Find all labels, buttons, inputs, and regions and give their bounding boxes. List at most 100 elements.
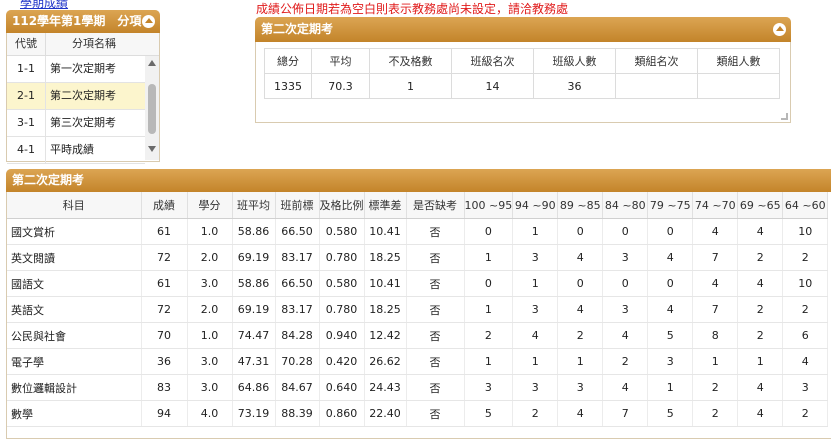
table-row[interactable]: 數位邏輯設計 83 3.0 64.86 84.67 0.640 24.43 否 3 3 3 4 1 2 4 3 — [7, 374, 829, 401]
table-row[interactable]: 英語文 72 2.0 69.19 83.17 0.780 18.25 否 1 3 4 3 4 7 2 2 — [7, 296, 829, 323]
scroll-down-icon[interactable] — [148, 146, 156, 152]
grade-cell: 否 — [406, 244, 465, 271]
grade-cell: 1 — [737, 348, 784, 375]
grade-cell: 61 — [141, 270, 188, 297]
summary-value: 1 — [369, 73, 452, 99]
grades-column-header[interactable]: 班前標 — [275, 192, 320, 219]
scroll-thumb[interactable] — [148, 84, 156, 134]
grades-column-header[interactable]: 標準差 — [364, 192, 407, 219]
subject-name-cell: 數位邏輯設計 — [7, 374, 142, 401]
table-row[interactable]: 電子學 36 3.0 47.31 70.28 0.420 26.62 否 1 1 1 2 3 1 1 4 — [7, 348, 829, 375]
grade-cell: 1 — [464, 244, 514, 271]
grades-column-header[interactable]: 74 ~70 — [692, 192, 739, 219]
grades-column-header[interactable]: 是否缺考 — [406, 192, 465, 219]
grade-cell: 2 — [464, 322, 514, 349]
grade-cell: 2 — [692, 374, 739, 401]
grade-cell: 4 — [737, 218, 784, 245]
grade-cell: 3.0 — [187, 374, 233, 401]
grades-column-header[interactable]: 科目 — [7, 192, 142, 219]
term-item-name: 第三次定期考 — [50, 116, 116, 129]
grade-cell: 4 — [737, 270, 784, 297]
collapse-term-panel-button[interactable] — [142, 14, 155, 28]
grade-cell: 1 — [647, 374, 694, 401]
term-list: 1-1 第一次定期考 2-1 第二次定期考 3-1 第三次定期考 4-1 平時成績 — [7, 56, 159, 164]
grades-column-header[interactable]: 79 ~75 — [647, 192, 694, 219]
grade-cell: 3 — [647, 348, 694, 375]
grade-cell: 5 — [464, 400, 514, 427]
collapse-icon — [775, 26, 784, 31]
grade-cell: 3.0 — [187, 348, 233, 375]
table-row[interactable]: 國文賞析 61 1.0 58.86 66.50 0.580 10.41 否 0 1 0 0 0 4 4 10 — [7, 218, 829, 245]
table-row[interactable]: 國語文 61 3.0 58.86 66.50 0.580 10.41 否 0 1 0 0 0 4 4 10 — [7, 270, 829, 297]
grade-cell: 69.19 — [232, 296, 276, 323]
grades-column-header[interactable]: 64 ~60 — [782, 192, 829, 219]
summary-column-header: 類組名次 — [615, 48, 698, 74]
grades-column-header[interactable]: 班平均 — [232, 192, 276, 219]
column-code: 代號 — [7, 33, 46, 55]
grade-cell: 94 — [141, 400, 188, 427]
grade-cell: 1 — [557, 348, 604, 375]
summary-value — [697, 73, 780, 99]
term-item-row[interactable]: 4-1 平時成績 — [7, 137, 145, 164]
grades-column-header[interactable]: 學分 — [187, 192, 233, 219]
term-item-code: 1-1 — [7, 56, 46, 82]
term-item-row[interactable]: 1-1 第一次定期考 — [7, 56, 145, 83]
summary-panel-title: 第二次定期考 — [261, 22, 334, 36]
scroll-up-icon[interactable] — [148, 60, 156, 66]
grades-column-header[interactable]: 成績 — [141, 192, 188, 219]
grade-cell: 1 — [464, 296, 514, 323]
grade-cell: 2 — [737, 322, 784, 349]
term-list-scrollbar[interactable] — [145, 56, 159, 160]
grade-cell: 4 — [692, 218, 739, 245]
grade-cell: 72 — [141, 244, 188, 271]
term-item-row[interactable]: 3-1 第三次定期考 — [7, 110, 145, 137]
subject-grades-panel: 第二次定期考 科目 成績 學分 班平均 班前標 及格比例 標準差 是否缺考 100 ~95 94 … — [6, 169, 831, 439]
grades-column-header[interactable]: 94 ~90 — [512, 192, 559, 219]
grade-cell: 2.0 — [187, 296, 233, 323]
grade-cell: 70.28 — [275, 348, 320, 375]
grade-cell: 8 — [692, 322, 739, 349]
collapse-summary-panel-button[interactable] — [773, 22, 786, 36]
grade-cell: 58.86 — [232, 218, 276, 245]
subject-name-cell: 英文閱讀 — [7, 244, 142, 271]
grade-cell: 61 — [141, 218, 188, 245]
table-row[interactable]: 數學 94 4.0 73.19 88.39 0.860 22.40 否 5 2 4 7 5 2 4 2 — [7, 400, 829, 427]
resize-handle[interactable] — [781, 113, 788, 120]
table-row[interactable]: 公民與社會 70 1.0 74.47 84.28 0.940 12.42 否 2 4 2 4 5 8 2 6 — [7, 322, 829, 349]
grade-cell: 否 — [406, 374, 465, 401]
grade-cell: 10 — [782, 218, 829, 245]
grade-cell: 2 — [782, 400, 829, 427]
grade-cell: 0.580 — [319, 270, 365, 297]
subject-name-cell: 國語文 — [7, 270, 142, 297]
grade-cell: 18.25 — [364, 296, 407, 323]
grade-cell: 2 — [737, 296, 784, 323]
grades-column-header[interactable]: 89 ~85 — [557, 192, 604, 219]
grade-cell: 否 — [406, 218, 465, 245]
grade-cell: 0 — [557, 218, 604, 245]
grade-cell: 0 — [557, 270, 604, 297]
grade-cell: 4 — [692, 270, 739, 297]
grade-cell: 0 — [602, 218, 649, 245]
term-item-row[interactable]: 2-1 第二次定期考 — [7, 83, 145, 110]
grades-column-header[interactable]: 69 ~65 — [737, 192, 784, 219]
grade-cell: 4 — [602, 374, 649, 401]
summary-column-header: 班級人數 — [533, 48, 616, 74]
summary-column-header: 平均 — [311, 48, 370, 74]
grade-cell: 7 — [602, 400, 649, 427]
grade-cell: 0.780 — [319, 296, 365, 323]
summary-column-header: 班級名次 — [451, 48, 534, 74]
grade-cell: 58.86 — [232, 270, 276, 297]
grade-cell: 0.580 — [319, 218, 365, 245]
grade-cell: 4 — [737, 400, 784, 427]
grades-column-header[interactable]: 及格比例 — [319, 192, 365, 219]
grade-cell: 4 — [557, 244, 604, 271]
grade-cell: 0.780 — [319, 244, 365, 271]
table-row[interactable]: 英文閱讀 72 2.0 69.19 83.17 0.780 18.25 否 1 3 4 3 4 7 2 2 — [7, 244, 829, 271]
grades-column-header[interactable]: 100 ~95 — [464, 192, 514, 219]
grade-cell: 0.640 — [319, 374, 365, 401]
grades-column-header[interactable]: 84 ~80 — [602, 192, 649, 219]
grade-cell: 0 — [602, 270, 649, 297]
term-panel-title: 112學年第1學期 分項 — [12, 14, 142, 28]
grade-cell: 88.39 — [275, 400, 320, 427]
grade-cell: 0.420 — [319, 348, 365, 375]
